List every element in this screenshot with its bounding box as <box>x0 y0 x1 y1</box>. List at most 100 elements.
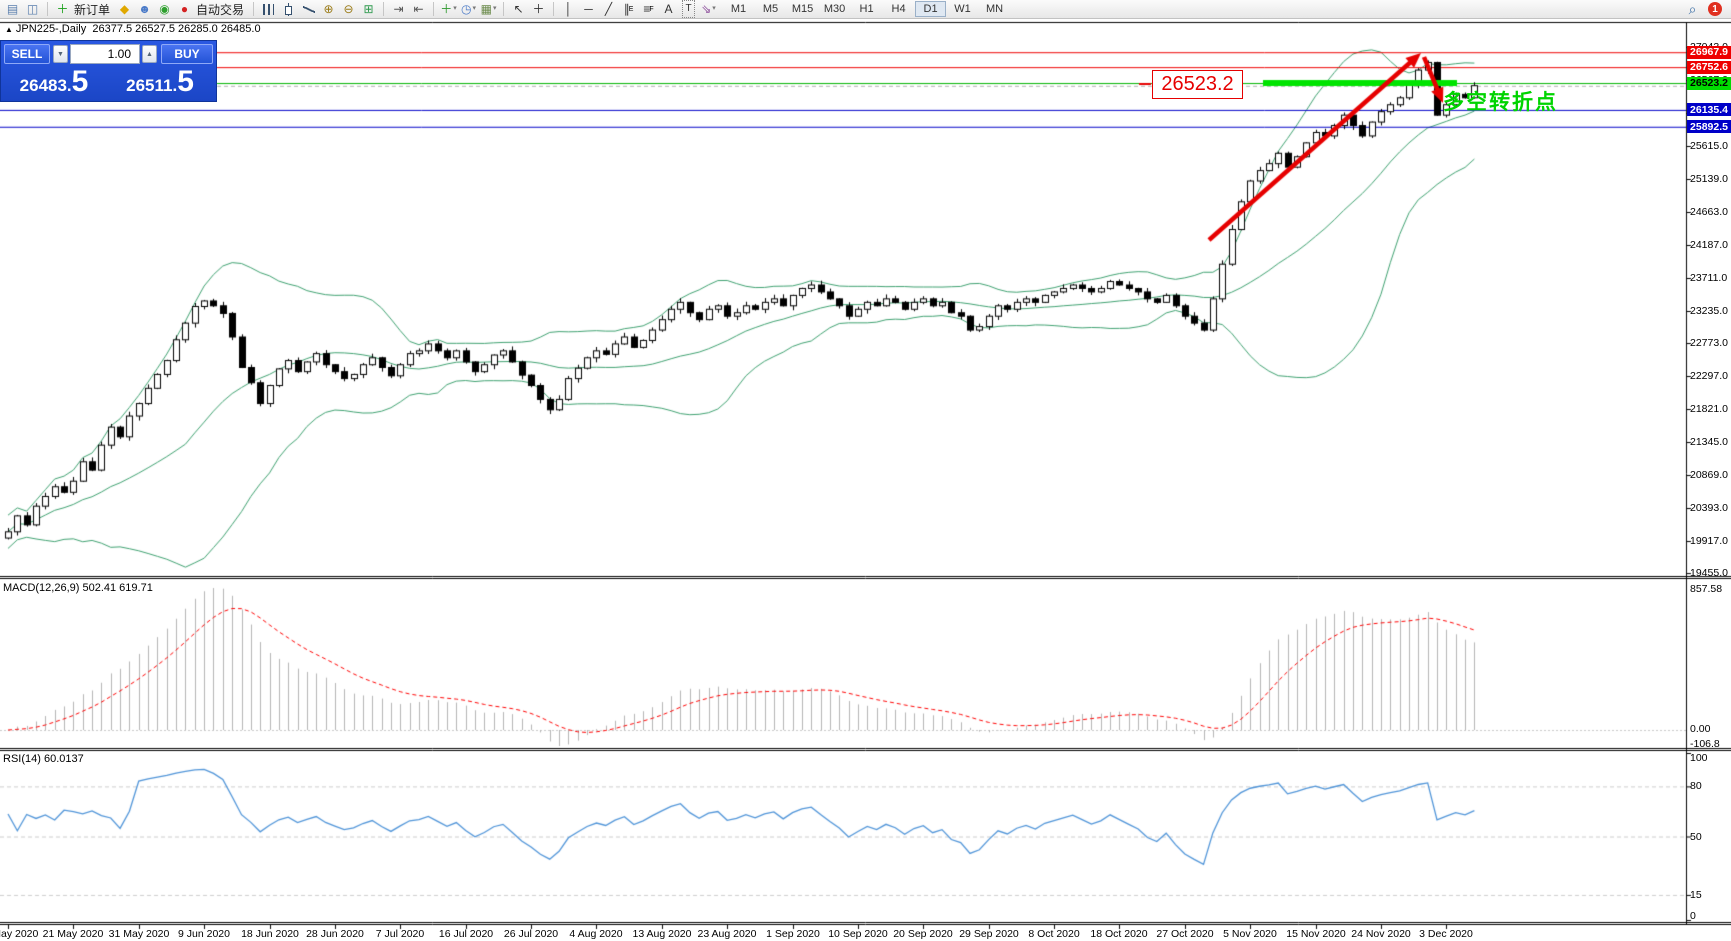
new-order-button-label[interactable]: 新订单 <box>74 1 110 18</box>
price-axis-tick: 23235.0 <box>1690 305 1728 317</box>
toolbar-separator <box>553 2 555 16</box>
date-axis-label: 13 Aug 2020 <box>632 928 692 940</box>
autotrade-button-label[interactable]: 自动交易 <box>196 1 244 18</box>
date-axis-label: 18 Jun 2020 <box>241 928 299 940</box>
trendline-button[interactable]: ╱ <box>599 1 618 18</box>
vline-button[interactable]: │ <box>559 1 578 18</box>
date-axis-label: 12 May 2020 <box>0 928 39 940</box>
zoom-out-button[interactable]: ⊖ <box>339 1 358 18</box>
line-chart-button[interactable] <box>299 1 318 18</box>
date-axis-label: 26 Jul 2020 <box>503 928 559 940</box>
macd-axis-min: -106.8 <box>1690 738 1720 750</box>
price-line-label: 26752.6 <box>1687 60 1731 74</box>
signals-icon[interactable]: ◉ <box>155 1 174 18</box>
main-toolbar: ▤ ◫ ＋新订单 ◆ ☻ ◉ ● 自动交易 ⊕ ⊖ ⊞ ⇥ ⇤ ＋ ▾ ◷ ▾ ▦ ▾ ↖ ＋ │ ─ ╱ ∥ E ≡ F A T ⇘ ▾ M… <box>0 0 1731 19</box>
auto-scroll-button[interactable]: ⇥ <box>389 1 408 18</box>
date-axis-label: 21 May 2020 <box>42 928 104 940</box>
arrows-button[interactable]: ⇘ ▾ <box>699 1 718 18</box>
bar-chart-button[interactable] <box>259 1 278 18</box>
tab-timeframe-h4[interactable]: H4 <box>883 1 914 17</box>
tab-timeframe-m1[interactable]: M1 <box>723 1 754 17</box>
sell-button[interactable]: SELL <box>4 44 50 64</box>
sell-price-display[interactable]: 26483. 5 <box>1 65 107 101</box>
new-chart-icon[interactable]: ▤ <box>3 1 22 18</box>
trade-panel-top-row: SELL ▼ ▲ BUY <box>1 44 216 64</box>
symbol-icon: ▲ <box>5 25 13 34</box>
buy-price-display[interactable]: 26511. 5 <box>107 65 213 101</box>
indicators-button[interactable]: ＋ ▾ <box>439 1 458 18</box>
hline-button[interactable]: ─ <box>579 1 598 18</box>
text-button[interactable]: A <box>659 1 678 18</box>
label-button[interactable]: T <box>679 0 698 18</box>
tab-timeframe-w1[interactable]: W1 <box>947 1 978 17</box>
date-axis-label: 7 Jul 2020 <box>375 928 425 940</box>
date-axis-label: 28 Jun 2020 <box>306 928 364 940</box>
profiles-icon[interactable]: ◫ <box>23 1 42 18</box>
buy-price-pip: 5 <box>177 65 194 98</box>
date-axis-label: 9 Jun 2020 <box>178 928 230 940</box>
tab-timeframe-m15[interactable]: M15 <box>787 1 818 17</box>
turning-point-annotation[interactable]: 多空转折点 <box>1443 86 1558 116</box>
fibonacci-button[interactable]: ≡ F <box>639 1 658 18</box>
chart-canvas[interactable] <box>0 0 1731 941</box>
notification-badge[interactable]: 1 <box>1708 2 1722 16</box>
price-axis-tick: 22297.0 <box>1690 370 1728 383</box>
tab-timeframe-h1[interactable]: H1 <box>851 1 882 17</box>
market-icon[interactable]: ☻ <box>135 1 154 18</box>
chart-ohlc-values: 26377.5 26527.5 26285.0 26485.0 <box>92 23 261 35</box>
macd-axis-zero: 0.00 <box>1690 723 1711 735</box>
tab-timeframe-m30[interactable]: M30 <box>819 1 850 17</box>
macd-indicator-label: MACD(12,26,9) 502.41 619.71 <box>3 582 153 594</box>
volume-decrease-button[interactable]: ▼ <box>53 45 68 63</box>
date-axis-label: 27 Oct 2020 <box>1156 928 1214 940</box>
timeframe-toolbar: M1 M5 M15 M30 H1 H4 D1 W1 MN <box>723 1 1010 17</box>
sell-price-pip: 5 <box>71 65 89 98</box>
price-axis-tick: 22773.0 <box>1690 337 1728 350</box>
sell-price-main: 26483. <box>19 76 72 95</box>
metaeditor-icon[interactable]: ◆ <box>115 1 134 18</box>
date-axis-label: 5 Nov 2020 <box>1223 928 1277 940</box>
price-axis-tick: 23711.0 <box>1690 272 1728 284</box>
price-line-label: 25892.5 <box>1687 120 1731 134</box>
price-axis-tick: 25139.0 <box>1690 173 1728 185</box>
new-order-button[interactable]: ＋ <box>53 1 72 18</box>
toolbar-items: ▤ ◫ ＋新订单 ◆ ☻ ◉ ● 自动交易 ⊕ ⊖ ⊞ ⇥ ⇤ ＋ ▾ ◷ ▾ ▦ ▾ ↖ ＋ │ ─ ╱ ∥ E ≡ F A T ⇘ ▾ <box>3 0 718 18</box>
templates-button[interactable]: ▦ ▾ <box>479 1 498 18</box>
channel-button[interactable]: ∥ E <box>619 1 638 18</box>
price-line-label: 26135.4 <box>1687 103 1731 117</box>
price-axis-tick: 20393.0 <box>1690 502 1728 515</box>
price-axis-tick: 24663.0 <box>1690 206 1728 218</box>
date-axis-label: 8 Oct 2020 <box>1028 928 1080 940</box>
buy-button[interactable]: BUY <box>161 44 213 64</box>
price-axis-tick: 21345.0 <box>1690 436 1728 449</box>
candle-chart-button[interactable] <box>279 1 298 18</box>
rsi-axis-level: 15 <box>1690 888 1702 901</box>
tab-timeframe-d1[interactable]: D1 <box>915 1 947 17</box>
tab-timeframe-mn[interactable]: MN <box>979 1 1010 17</box>
price-axis-tick: 21821.0 <box>1690 403 1728 416</box>
toolbar-separator <box>47 2 48 16</box>
toolbar-separator <box>503 2 505 16</box>
tile-windows-button[interactable]: ⊞ <box>359 1 378 18</box>
price-line-label: 26967.9 <box>1687 45 1731 59</box>
price-alert-flag[interactable]: 26523.2 <box>1152 70 1243 99</box>
zoom-in-button[interactable]: ⊕ <box>319 1 338 18</box>
price-axis-tick: 19917.0 <box>1690 535 1728 548</box>
chart-shift-button[interactable]: ⇤ <box>409 1 428 18</box>
rsi-indicator-label: RSI(14) 60.0137 <box>3 753 84 765</box>
toolbar-separator <box>383 2 385 16</box>
search-icon[interactable]: ⌕ <box>1683 1 1702 18</box>
volume-input[interactable] <box>70 44 140 64</box>
date-axis-label: 18 Oct 2020 <box>1090 928 1148 940</box>
toolbar-right-group: ⌕ 1 <box>1683 1 1728 18</box>
autotrade-button[interactable]: ● <box>175 1 194 18</box>
chart-title: ▲ JPN225-,Daily 26377.5 26527.5 26285.0 2… <box>5 23 261 35</box>
periods-button[interactable]: ◷ ▾ <box>459 1 478 18</box>
date-axis-label: 29 Sep 2020 <box>959 928 1019 940</box>
date-axis-label: 4 Aug 2020 <box>569 928 623 940</box>
tab-timeframe-m5[interactable]: M5 <box>755 1 786 17</box>
crosshair-button[interactable]: ＋ <box>529 1 548 18</box>
cursor-button[interactable]: ↖ <box>509 1 528 18</box>
volume-increase-button[interactable]: ▲ <box>142 45 157 63</box>
date-axis-label: 15 Nov 2020 <box>1286 928 1346 940</box>
